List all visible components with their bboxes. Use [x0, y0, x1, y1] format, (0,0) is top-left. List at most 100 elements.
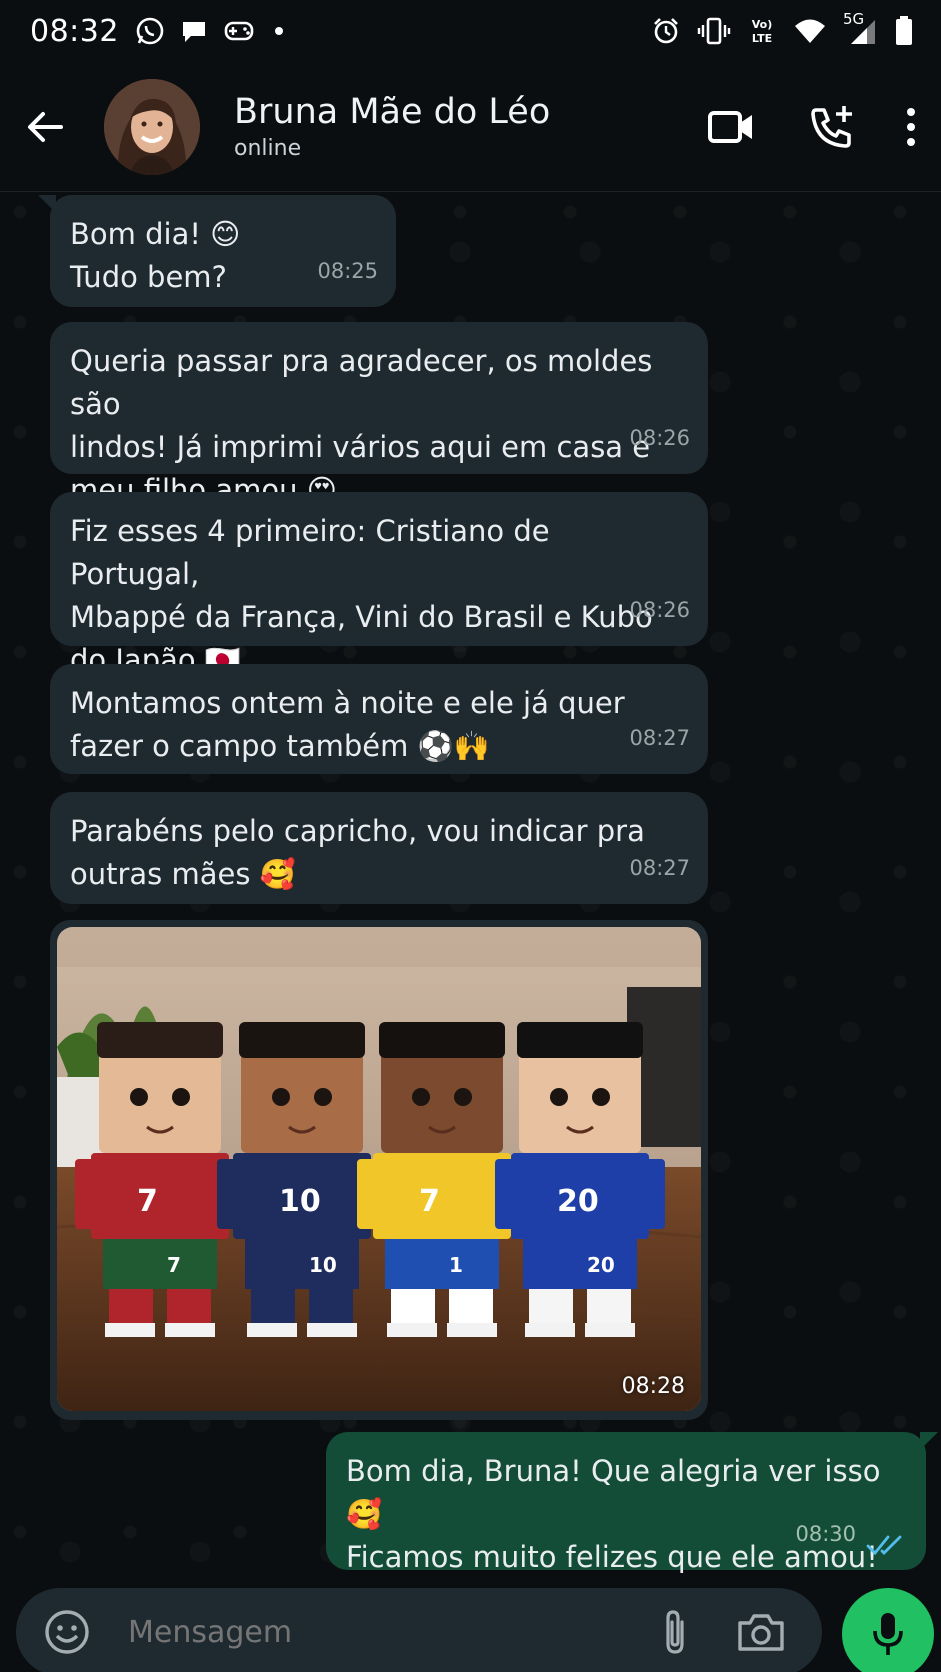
alarm-icon: [654, 18, 678, 44]
figure-shorts: [103, 1239, 217, 1289]
figure-shorts-number: 10: [309, 1253, 337, 1277]
message-list[interactable]: Bom dia! 😊 Tudo bem? 08:25 Queria passar…: [0, 192, 941, 1582]
figure-hair: [517, 1022, 643, 1058]
gamepad-notification-icon: [224, 21, 254, 41]
emoji-button[interactable]: [22, 1588, 112, 1672]
arrow-left-icon: [28, 111, 63, 142]
wifi-icon: [795, 19, 825, 43]
read-receipt-icon: [866, 1535, 902, 1556]
figure-eye: [272, 1088, 290, 1106]
volte-icon: Vo)LTE: [752, 18, 773, 45]
battery-icon: [896, 16, 912, 45]
figure-shorts-number: 20: [587, 1253, 615, 1277]
paperclip-icon: [666, 1610, 684, 1654]
message-text: Queria passar pra agradecer, os moldes s…: [70, 344, 653, 507]
message-bubble-incoming[interactable]: Fiz esses 4 primeiro: Cristiano de Portu…: [50, 492, 708, 677]
figure-eye: [412, 1088, 430, 1106]
message-time: 08:27: [629, 726, 690, 750]
message-time: 08:30: [795, 1522, 856, 1546]
message-time: 08:25: [317, 259, 378, 283]
camera-icon: [738, 1614, 784, 1651]
video-camera-icon: [708, 110, 752, 143]
contact-avatar[interactable]: [104, 78, 200, 175]
figure-shorts: [245, 1239, 359, 1289]
figure-shirt-number: 7: [419, 1184, 440, 1219]
message-composer: [16, 1588, 822, 1672]
figure-shoe: [585, 1323, 635, 1337]
figure-arm: [645, 1159, 665, 1229]
figure-shoe: [105, 1323, 155, 1337]
phone-add-icon: [811, 105, 852, 148]
figure-shoe: [165, 1323, 215, 1337]
figure-shoe: [387, 1323, 437, 1337]
figure-eye: [454, 1088, 472, 1106]
figure-eye: [592, 1088, 610, 1106]
status-time: 08:32: [30, 13, 119, 49]
svg-text:LTE: LTE: [752, 32, 772, 45]
voice-message-button[interactable]: [842, 1588, 934, 1672]
message-input[interactable]: [128, 1602, 632, 1662]
back-button[interactable]: [0, 62, 90, 191]
message-bubble-incoming[interactable]: Bom dia! 😊 Tudo bem? 08:25: [38, 195, 396, 307]
svg-text:Vo): Vo): [752, 18, 773, 31]
photo-figures[interactable]: 7 7 10 10 7 1 20 20 08:28: [57, 927, 701, 1411]
figure-arm: [217, 1159, 237, 1229]
chat-notification-icon: [182, 22, 205, 42]
figure-shorts-number: 1: [449, 1253, 463, 1277]
voice-call-button[interactable]: [781, 77, 881, 177]
figure-eye: [130, 1088, 148, 1106]
figure-hair: [97, 1022, 223, 1058]
figure-shirt-number: 20: [557, 1184, 599, 1219]
figure-shorts: [385, 1239, 499, 1289]
figure-leg: [251, 1289, 295, 1325]
figure-shoe: [525, 1323, 575, 1337]
camera-button[interactable]: [718, 1588, 804, 1672]
message-text: Montamos ontem à noite e ele já quer faz…: [70, 686, 625, 763]
figure-leg: [167, 1289, 211, 1325]
message-bubble-incoming[interactable]: Montamos ontem à noite e ele já quer faz…: [50, 664, 708, 774]
papercraft-figures-image: 7 7 10 10 7 1 20 20: [57, 927, 701, 1411]
cell-signal-icon: 5G: [843, 10, 879, 46]
figure-eye: [550, 1088, 568, 1106]
figure-leg: [109, 1289, 153, 1325]
message-time: 08:27: [629, 856, 690, 880]
contact-status: online: [234, 136, 302, 161]
chat-header: Bruna Mãe do Léo online: [0, 62, 941, 192]
figure-leg: [529, 1289, 573, 1325]
figure-shoe: [447, 1323, 497, 1337]
message-time: 08:26: [629, 426, 690, 450]
figure-arm: [357, 1159, 377, 1229]
whatsapp-notification-icon: [136, 17, 164, 45]
message-bubble-incoming[interactable]: Queria passar pra agradecer, os moldes s…: [50, 322, 708, 507]
contact-name: Bruna Mãe do Léo: [234, 92, 551, 132]
figure-shirt-number: 10: [279, 1184, 321, 1219]
figure-shirt-number: 7: [137, 1184, 158, 1219]
photo-message[interactable]: 7 7 10 10 7 1 20 20 08:28: [50, 920, 708, 1420]
more-options-button[interactable]: [881, 77, 941, 177]
video-call-button[interactable]: [681, 77, 781, 177]
figure-hair: [239, 1022, 365, 1058]
contact-info[interactable]: Bruna Mãe do Léo online: [234, 92, 550, 161]
figure-shirt: [373, 1153, 511, 1239]
attach-button[interactable]: [632, 1588, 718, 1672]
message-bubble-incoming[interactable]: Parabéns pelo capricho, vou indicar pra …: [50, 792, 708, 904]
message-bubble-outgoing[interactable]: Bom dia, Bruna! Que alegria ver isso 🥰 F…: [326, 1432, 938, 1574]
message-text: Fiz esses 4 primeiro: Cristiano de Portu…: [70, 514, 653, 677]
figure-shoe: [247, 1323, 297, 1337]
figure-shirt: [91, 1153, 229, 1239]
message-text: Parabéns pelo capricho, vou indicar pra …: [70, 814, 645, 891]
figure-arm: [75, 1159, 95, 1229]
figure-shorts-number: 7: [167, 1253, 181, 1277]
figure-leg: [587, 1289, 631, 1325]
figure-eye: [314, 1088, 332, 1106]
notification-dot-icon: [274, 27, 283, 35]
more-vertical-icon: [907, 107, 915, 146]
figure-eye: [172, 1088, 190, 1106]
status-bar: 08:32 Vo) LTE 5G: [0, 0, 941, 62]
figure-hair: [379, 1022, 505, 1058]
message-time: 08:28: [621, 1374, 685, 1399]
vibrate-icon: [697, 17, 731, 45]
microphone-icon: [873, 1613, 903, 1655]
figure-leg: [391, 1289, 435, 1325]
figure-leg: [449, 1289, 493, 1325]
